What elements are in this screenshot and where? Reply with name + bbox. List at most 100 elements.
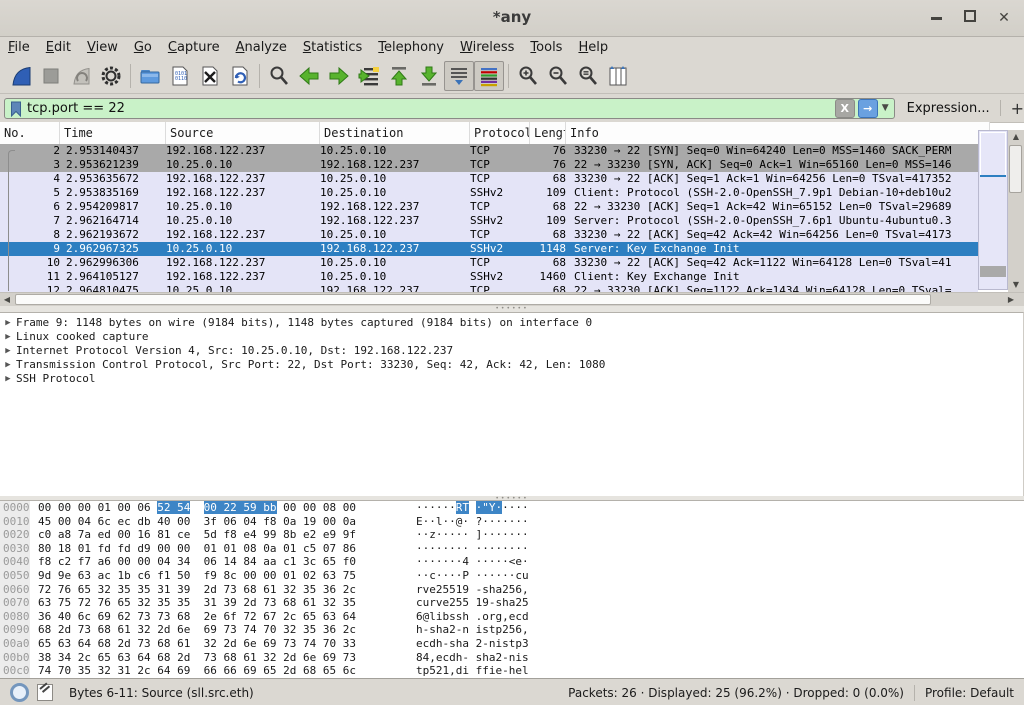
cell-dst: 192.168.122.237 (320, 158, 470, 172)
close-file-icon[interactable] (195, 61, 225, 91)
detail-line-2[interactable]: ▶Internet Protocol Version 4, Src: 10.25… (0, 344, 1023, 358)
packet-list: 22.953140437192.168.122.23710.25.0.10TCP… (0, 144, 978, 292)
packet-row-10[interactable]: 102.962996306192.168.122.23710.25.0.10TC… (0, 256, 978, 270)
go-last-packet-icon[interactable] (414, 61, 444, 91)
menu-go[interactable]: Go (126, 38, 160, 57)
menu-telephony[interactable]: Telephony (370, 38, 452, 57)
menu-view[interactable]: View (79, 38, 126, 57)
hex-row-0080[interactable]: 008036 40 6c 69 62 73 73 68 2e 6f 72 67 … (0, 610, 1024, 624)
cell-proto: SSHv2 (470, 186, 530, 200)
hex-row-0060[interactable]: 006072 76 65 32 35 35 31 39 2d 73 68 61 … (0, 583, 1024, 597)
detail-line-0[interactable]: ▶Frame 9: 1148 bytes on wire (9184 bits)… (0, 316, 1023, 330)
packet-row-11[interactable]: 112.964105127192.168.122.23710.25.0.10SS… (0, 270, 978, 284)
start-capture-fin-icon[interactable] (6, 61, 36, 91)
filter-apply-icon[interactable]: → (858, 99, 878, 118)
capture-options-gear-icon[interactable] (96, 61, 126, 91)
menu-tools[interactable]: Tools (522, 38, 570, 57)
menu-statistics[interactable]: Statistics (295, 38, 370, 57)
column-header-length[interactable]: Length (530, 122, 566, 144)
open-capture-folder-icon[interactable] (135, 61, 165, 91)
filter-dropdown-caret-icon[interactable]: ▼ (882, 103, 889, 113)
menu-capture[interactable]: Capture (160, 38, 228, 57)
menu-analyze[interactable]: Analyze (228, 38, 295, 57)
reload-file-icon[interactable] (225, 61, 255, 91)
hex-row-0070[interactable]: 007063 75 72 76 65 32 35 35 31 39 2d 73 … (0, 596, 1024, 610)
packet-row-6[interactable]: 62.95420981710.25.0.10192.168.122.237TCP… (0, 200, 978, 214)
packet-list-vscrollbar[interactable]: ▲ ▼ (1008, 130, 1024, 292)
add-filter-button[interactable]: + (1011, 99, 1024, 118)
display-filter-input[interactable]: tcp.port == 22 X → ▼ (4, 98, 895, 119)
go-forward-icon[interactable] (324, 61, 354, 91)
column-header-no[interactable]: No. (0, 122, 60, 144)
column-header-source[interactable]: Source (166, 122, 320, 144)
expand-arrow-icon[interactable]: ▶ (0, 344, 16, 358)
expression-button[interactable]: Expression... (907, 101, 990, 116)
expand-arrow-icon[interactable]: ▶ (0, 372, 16, 386)
column-header-time[interactable]: Time (60, 122, 166, 144)
hex-row-00a0[interactable]: 00a065 63 64 68 2d 73 68 61 32 2d 6e 69 … (0, 637, 1024, 651)
packet-row-4[interactable]: 42.953635672192.168.122.23710.25.0.10TCP… (0, 172, 978, 186)
expand-arrow-icon[interactable]: ▶ (0, 316, 16, 330)
hex-row-00c0[interactable]: 00c074 70 35 32 31 2c 64 69 66 66 69 65 … (0, 664, 1024, 678)
menu-wireless[interactable]: Wireless (452, 38, 522, 57)
expand-arrow-icon[interactable]: ▶ (0, 358, 16, 372)
cell-info: 22 → 33230 [ACK] Seq=1 Ack=42 Win=65152 … (566, 200, 978, 214)
hscroll-thumb[interactable] (15, 294, 931, 305)
expert-info-icon[interactable] (10, 683, 29, 702)
hex-row-0020[interactable]: 0020c0 a8 7a ed 00 16 81 ce 5d f8 e4 99 … (0, 528, 1024, 542)
column-header-info[interactable]: Info (566, 122, 990, 144)
close-button[interactable]: ✕ (992, 6, 1016, 30)
hex-row-00b0[interactable]: 00b038 34 2c 65 63 64 68 2d 73 68 61 32 … (0, 651, 1024, 665)
column-header-protocol[interactable]: Protocol (470, 122, 530, 144)
packet-row-2[interactable]: 22.953140437192.168.122.23710.25.0.10TCP… (0, 144, 978, 158)
hex-row-0050[interactable]: 00509d 9e 63 ac 1b c6 f1 50 f9 8c 00 00 … (0, 569, 1024, 583)
colorize-icon[interactable] (474, 61, 504, 91)
find-packet-icon[interactable] (264, 61, 294, 91)
go-to-packet-icon[interactable] (354, 61, 384, 91)
packet-row-3[interactable]: 32.95362123910.25.0.10192.168.122.237TCP… (0, 158, 978, 172)
resize-columns-icon[interactable] (603, 61, 633, 91)
detail-line-4[interactable]: ▶SSH Protocol (0, 372, 1023, 386)
filter-bookmark-icon[interactable] (10, 101, 22, 117)
hex-row-0010[interactable]: 001045 00 04 6c ec db 40 00 3f 06 04 f8 … (0, 515, 1024, 529)
scroll-down-icon[interactable]: ▼ (1008, 278, 1024, 292)
hex-row-0030[interactable]: 003080 18 01 fd fd d9 00 00 01 01 08 0a … (0, 542, 1024, 556)
packet-row-8[interactable]: 82.962193672192.168.122.23710.25.0.10TCP… (0, 228, 978, 242)
capture-comment-icon[interactable] (37, 684, 53, 701)
menu-file[interactable]: File (0, 38, 38, 57)
column-header-destination[interactable]: Destination (320, 122, 470, 144)
packet-row-7[interactable]: 72.96216471410.25.0.10192.168.122.237SSH… (0, 214, 978, 228)
zoom-reset-icon[interactable] (573, 61, 603, 91)
restart-capture-icon[interactable] (66, 61, 96, 91)
stop-capture-icon[interactable] (36, 61, 66, 91)
intelligent-scrollbar-minimap[interactable] (978, 130, 1008, 290)
go-back-icon[interactable] (294, 61, 324, 91)
scroll-right-icon[interactable]: ▶ (1004, 293, 1018, 307)
hex-row-0000[interactable]: 000000 00 00 01 00 06 52 54 00 22 59 bb … (0, 501, 1024, 515)
hex-offset: 0070 (0, 596, 30, 610)
save-file-icon[interactable]: 01010110 (165, 61, 195, 91)
profile-text[interactable]: Profile: Default (925, 686, 1014, 700)
detail-line-3[interactable]: ▶Transmission Control Protocol, Src Port… (0, 358, 1023, 372)
menu-help[interactable]: Help (570, 38, 616, 57)
zoom-out-icon[interactable] (543, 61, 573, 91)
go-first-packet-icon[interactable] (384, 61, 414, 91)
hex-row-0090[interactable]: 009068 2d 73 68 61 32 2d 6e 69 73 74 70 … (0, 623, 1024, 637)
detail-line-1[interactable]: ▶Linux cooked capture (0, 330, 1023, 344)
zoom-in-icon[interactable] (513, 61, 543, 91)
auto-scroll-icon[interactable] (444, 61, 474, 91)
expand-arrow-icon[interactable]: ▶ (0, 330, 16, 344)
scroll-left-icon[interactable]: ◀ (0, 293, 14, 307)
filter-clear-icon[interactable]: X (835, 99, 855, 118)
cell-time: 2.954209817 (60, 200, 166, 214)
minimize-button[interactable] (924, 6, 948, 30)
vscroll-thumb[interactable] (1009, 145, 1022, 193)
menu-edit[interactable]: Edit (38, 38, 79, 57)
packet-row-9[interactable]: 92.96296732510.25.0.10192.168.122.237SSH… (0, 242, 978, 256)
packet-list-header[interactable]: No.TimeSourceDestinationProtocolLengthIn… (0, 122, 990, 145)
packet-row-12[interactable]: 122.96481047510.25.0.10192.168.122.237TC… (0, 284, 978, 292)
packet-row-5[interactable]: 52.953835169192.168.122.23710.25.0.10SSH… (0, 186, 978, 200)
scroll-up-icon[interactable]: ▲ (1008, 130, 1024, 144)
maximize-button[interactable] (958, 6, 982, 30)
hex-row-0040[interactable]: 0040f8 c2 f7 a6 00 00 04 34 06 14 84 aa … (0, 555, 1024, 569)
